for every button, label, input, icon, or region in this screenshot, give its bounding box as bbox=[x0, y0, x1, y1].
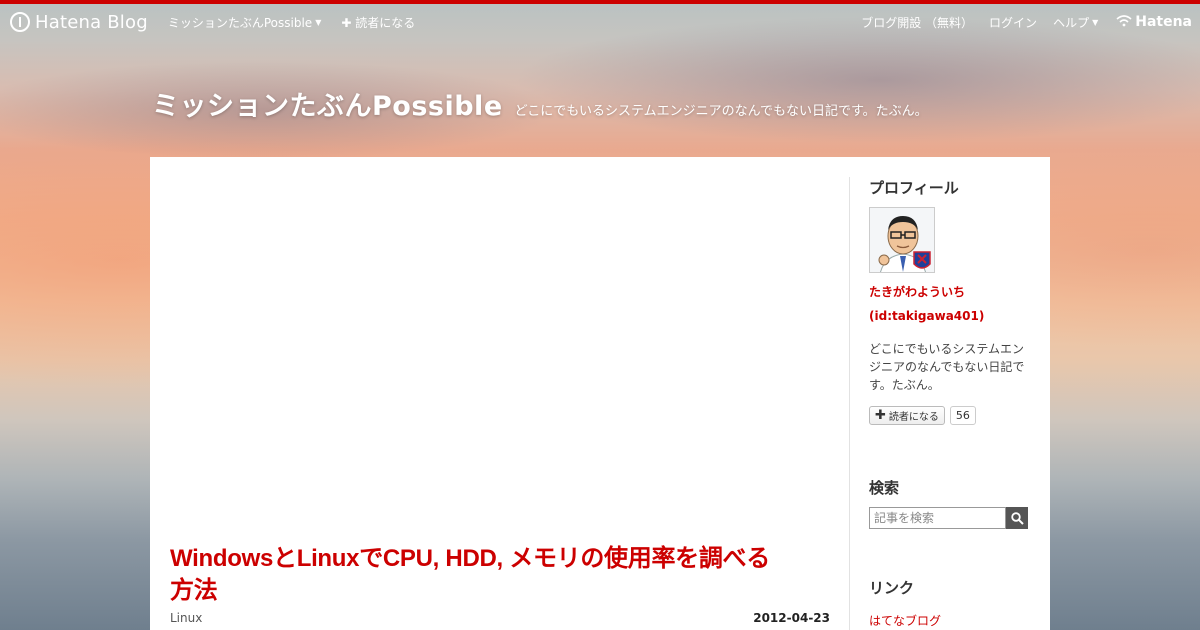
header-subscribe-button[interactable]: ✚ 読者になる bbox=[341, 14, 415, 31]
column-divider bbox=[849, 177, 850, 630]
search-icon bbox=[1010, 511, 1024, 525]
ad-area bbox=[170, 177, 830, 537]
hatena-signal-icon bbox=[1116, 14, 1132, 30]
search-form bbox=[869, 507, 1029, 529]
main-column: WindowsとLinuxでCPU, HDD, メモリの使用率を調べる方法 Li… bbox=[170, 177, 830, 630]
profile-id: (id:takigawa401) bbox=[869, 309, 985, 323]
hatena-logo[interactable]: Hatena bbox=[1116, 14, 1192, 30]
header-right-menu: ブログ開設 （無料） ログイン ヘルプ ▼ Hatena bbox=[845, 14, 1192, 31]
blog-menu-label: ミッションたぶんPossible bbox=[167, 15, 313, 30]
hatena-label: Hatena bbox=[1135, 14, 1192, 30]
search-title: 検索 bbox=[869, 479, 900, 497]
subscriber-count[interactable]: 56 bbox=[949, 406, 976, 425]
blog-menu-dropdown[interactable]: ミッションたぶんPossible ▼ bbox=[168, 14, 321, 31]
open-blog-label: ブログ開設 （無料） bbox=[861, 15, 974, 30]
avatar-illustration-icon bbox=[870, 208, 934, 272]
subscribe-button[interactable]: ✚ 読者になる bbox=[869, 406, 945, 425]
search-module: 検索 bbox=[869, 477, 1029, 529]
caret-down-icon: ▼ bbox=[1092, 17, 1099, 27]
hatena-blog-logo[interactable]: Hatena Blog bbox=[10, 4, 148, 40]
hatena-blog-logo-icon bbox=[10, 12, 30, 32]
entry-date[interactable]: 2012-04-23 bbox=[753, 611, 830, 625]
subscribe-row: ✚ 読者になる 56 bbox=[869, 406, 1029, 425]
entry-meta: Linux 2012-04-23 bbox=[170, 611, 830, 625]
open-blog-link[interactable]: ブログ開設 （無料） bbox=[861, 14, 973, 31]
subscribe-label: 読者になる bbox=[888, 412, 939, 423]
search-input[interactable] bbox=[869, 507, 1006, 529]
profile-title: プロフィール bbox=[869, 179, 959, 197]
header-subscribe-label: ✚ 読者になる bbox=[341, 15, 416, 30]
help-label: ヘルプ bbox=[1053, 15, 1090, 30]
sidebar: プロフィール たきがわよういち (id:takigawa401) どこにでもいる… bbox=[869, 177, 1029, 629]
profile-module: プロフィール たきがわよういち (id:takigawa401) どこにでもいる… bbox=[869, 177, 1029, 425]
link-item-hatena-blog[interactable]: はてなブログ bbox=[869, 612, 1029, 629]
profile-name-link[interactable]: たきがわよういち (id:takigawa401) bbox=[869, 280, 1029, 328]
entry-title[interactable]: WindowsとLinuxでCPU, HDD, メモリの使用率を調べる方法 bbox=[170, 543, 790, 607]
help-dropdown[interactable]: ヘルプ ▼ bbox=[1053, 14, 1098, 31]
profile-name: たきがわよういち bbox=[869, 285, 966, 299]
profile-description: どこにでもいるシステムエンジニアのなんでもない日記です。たぶん。 bbox=[869, 342, 1025, 392]
content-container: WindowsとLinuxでCPU, HDD, メモリの使用率を調べる方法 Li… bbox=[150, 157, 1050, 630]
blog-description: どこにでもいるシステムエンジニアのなんでもない日記です。たぶん。 bbox=[514, 104, 928, 119]
blog-header: ミッションたぶんPossible どこにでもいるシステムエンジニアのなんでもない… bbox=[152, 84, 928, 123]
login-link[interactable]: ログイン bbox=[989, 14, 1037, 31]
plus-icon: ✚ bbox=[875, 408, 886, 423]
search-button[interactable] bbox=[1006, 507, 1028, 529]
logo-text: Hatena Blog bbox=[35, 11, 148, 33]
links-module: リンク はてなブログ bbox=[869, 577, 1029, 629]
caret-down-icon: ▼ bbox=[315, 17, 322, 27]
blog-title[interactable]: ミッションたぶんPossible bbox=[152, 84, 503, 123]
entry-category-link[interactable]: Linux bbox=[170, 611, 202, 625]
login-label: ログイン bbox=[989, 15, 1038, 30]
global-header: Hatena Blog ミッションたぶんPossible ▼ ✚ 読者になる ブ… bbox=[0, 4, 1200, 40]
links-title: リンク bbox=[869, 579, 915, 597]
avatar[interactable] bbox=[869, 207, 935, 273]
